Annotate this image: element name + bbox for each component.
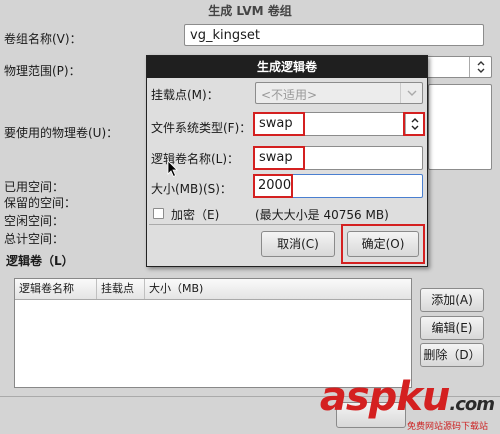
watermark-brand: aspku: [319, 374, 451, 420]
watermark-suffix: .com: [449, 394, 495, 415]
encrypt-label: 加密（E): [171, 208, 220, 222]
create-lv-dialog: 生成逻辑卷 挂载点(M)： <不适用> 文件系统类型(F)： swap 逻辑卷名…: [146, 55, 428, 267]
vg-name-label: 卷组名称(V)：: [4, 32, 82, 46]
max-size-text: (最大大小是 40756 MB): [255, 208, 389, 222]
mount-point-combo[interactable]: <不适用>: [255, 82, 423, 104]
free-space-label: 空闲空间：: [4, 214, 65, 228]
lv-table[interactable]: 逻辑卷名称 挂载点 大小（MB): [14, 278, 412, 388]
total-space-label: 总计空间：: [4, 232, 65, 246]
table-header: 逻辑卷名称 挂载点 大小（MB): [15, 279, 411, 300]
encrypt-checkbox[interactable]: [153, 208, 164, 219]
lv-section-label: 逻辑卷（L）: [6, 254, 74, 268]
watermark-tagline: 免费网站源码下载站: [406, 422, 488, 432]
edit-button[interactable]: 编辑(E): [420, 316, 484, 340]
used-space-label: 已用空间：: [4, 180, 65, 194]
size-input[interactable]: 2000: [253, 174, 423, 198]
size-value: 2000: [253, 174, 293, 198]
column-header-mount[interactable]: 挂载点: [97, 279, 145, 299]
lv-name-value: swap: [253, 146, 305, 170]
size-label: 大小(MB)(S)：: [151, 182, 232, 196]
fs-type-value: swap: [253, 112, 305, 136]
chevron-down-icon[interactable]: [469, 57, 491, 77]
watermark-logo: aspku.com: [319, 374, 495, 420]
mount-point-value: <不适用>: [261, 88, 318, 102]
pv-label: 要使用的物理卷(U)：: [4, 126, 119, 140]
mount-point-label: 挂载点(M)：: [151, 88, 219, 102]
vg-name-input[interactable]: vg_kingset: [184, 24, 484, 46]
column-header-size[interactable]: 大小（MB): [145, 279, 411, 299]
window-title: 生成 LVM 卷组: [208, 4, 292, 18]
lv-name-label: 逻辑卷名称(L)：: [151, 152, 240, 166]
column-header-name[interactable]: 逻辑卷名称: [15, 279, 97, 299]
dialog-divider: [149, 224, 425, 225]
pv-list[interactable]: [428, 84, 492, 170]
lv-name-input[interactable]: swap: [253, 146, 423, 170]
ok-button[interactable]: 确定(O): [347, 231, 419, 257]
delete-button[interactable]: 删除（D）: [420, 343, 484, 367]
fs-type-combo[interactable]: swap: [253, 112, 425, 136]
vg-name-value: vg_kingset: [190, 28, 260, 43]
extent-label: 物理范围(P)：: [4, 64, 81, 78]
fs-type-label: 文件系统类型(F)：: [151, 121, 252, 135]
chevron-down-icon[interactable]: [403, 112, 425, 136]
dialog-title: 生成逻辑卷: [147, 56, 427, 78]
cancel-button[interactable]: 取消(C): [261, 231, 335, 257]
reserved-space-label: 保留的空间：: [4, 196, 77, 210]
add-button[interactable]: 添加(A): [420, 288, 484, 312]
chevron-down-icon[interactable]: [400, 83, 422, 103]
mouse-cursor-icon: [167, 160, 179, 181]
